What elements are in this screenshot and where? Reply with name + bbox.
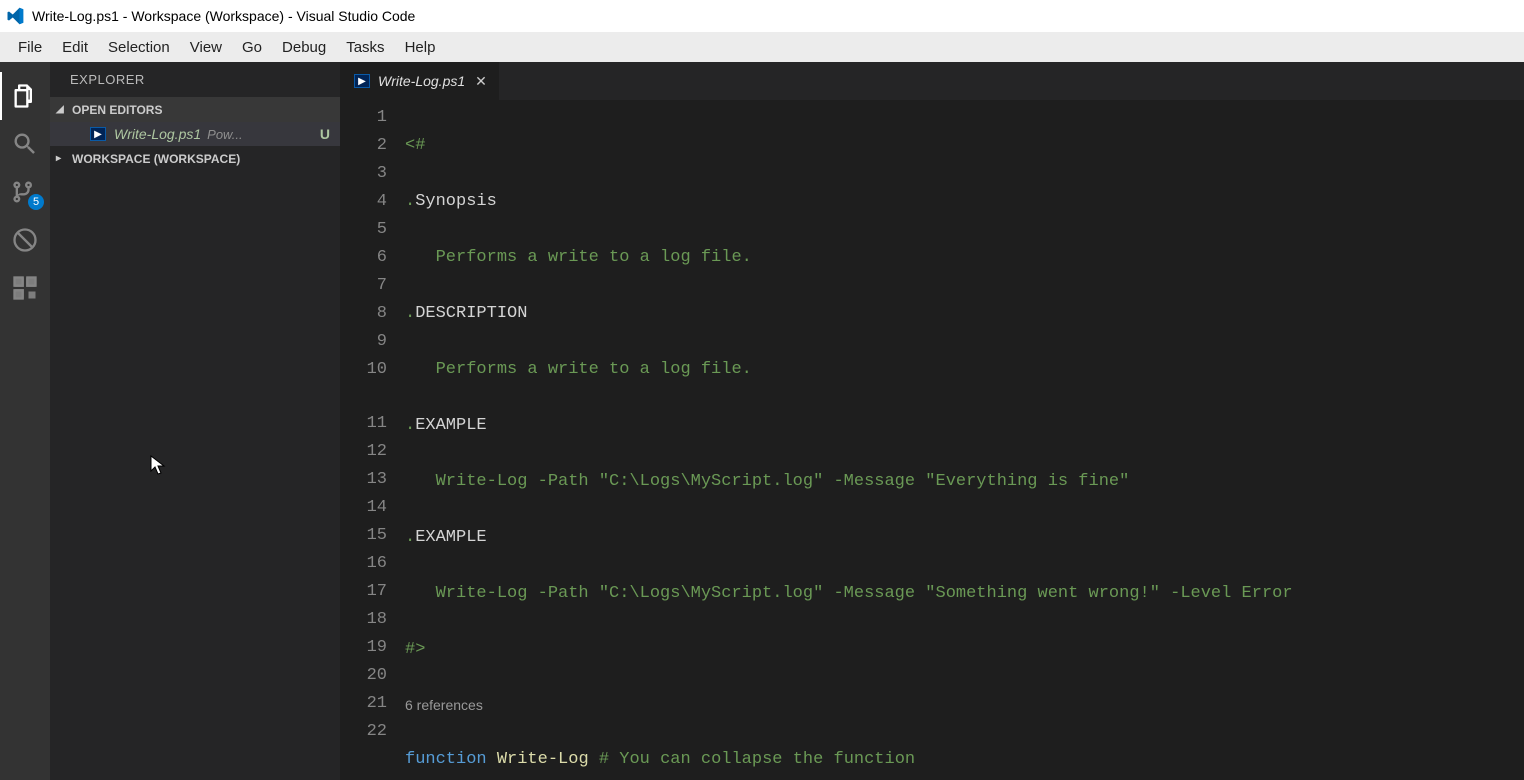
workspace-label: WORKSPACE (WORKSPACE) (72, 152, 240, 166)
tab-write-log[interactable]: ▶ Write-Log.ps1 ✕ (340, 62, 499, 100)
sidebar-title: EXPLORER (50, 62, 340, 97)
chevron-down-icon: ◢ (56, 104, 68, 115)
code-content[interactable]: <# .Synopsis Performs a write to a log f… (405, 100, 1524, 780)
search-icon (11, 130, 39, 158)
close-icon[interactable]: ✕ (475, 73, 487, 90)
vscode-logo-icon (6, 7, 24, 25)
powershell-file-icon: ▶ (354, 74, 370, 88)
activity-scm[interactable]: 5 (0, 168, 50, 216)
scm-badge: 5 (28, 194, 44, 210)
menu-debug[interactable]: Debug (272, 35, 336, 60)
activity-debug[interactable] (0, 216, 50, 264)
tab-label: Write-Log.ps1 (378, 73, 465, 89)
activity-extensions[interactable] (0, 264, 50, 312)
open-editor-status: U (320, 126, 330, 142)
menu-go[interactable]: Go (232, 35, 272, 60)
debug-icon (11, 226, 39, 254)
window-title: Write-Log.ps1 - Workspace (Workspace) - … (32, 8, 415, 24)
extensions-icon (11, 274, 39, 302)
open-editors-label: OPEN EDITORS (72, 103, 162, 117)
menubar: File Edit Selection View Go Debug Tasks … (0, 32, 1524, 62)
editor-body[interactable]: 1 2 3 4 5 6 7 8 9 10 11 12 13 14 15 16 1… (340, 100, 1524, 780)
activity-search[interactable] (0, 120, 50, 168)
workbench: 5 EXPLORER ◢ OPEN EDITORS ▶ Write-Log.ps… (0, 62, 1524, 780)
open-editors-header[interactable]: ◢ OPEN EDITORS (50, 97, 340, 122)
window-titlebar: Write-Log.ps1 - Workspace (Workspace) - … (0, 0, 1524, 32)
chevron-right-icon: ▸ (56, 153, 68, 164)
menu-edit[interactable]: Edit (52, 35, 98, 60)
files-icon (11, 82, 39, 110)
activity-bar: 5 (0, 62, 50, 780)
explorer-sidebar: EXPLORER ◢ OPEN EDITORS ▶ Write-Log.ps1 … (50, 62, 340, 780)
menu-selection[interactable]: Selection (98, 35, 180, 60)
workspace-header[interactable]: ▸ WORKSPACE (WORKSPACE) (50, 146, 340, 171)
codelens-references[interactable]: 6 references (405, 692, 1524, 718)
editor-tabs: ▶ Write-Log.ps1 ✕ (340, 62, 1524, 100)
editor-area: ▶ Write-Log.ps1 ✕ 1 2 3 4 5 6 7 8 9 10 1… (340, 62, 1524, 780)
line-gutter: 1 2 3 4 5 6 7 8 9 10 11 12 13 14 15 16 1… (340, 100, 405, 780)
open-editor-filename: Write-Log.ps1 (114, 126, 201, 142)
open-editor-hint: Pow... (207, 127, 320, 142)
menu-help[interactable]: Help (395, 35, 446, 60)
activity-explorer[interactable] (0, 72, 50, 120)
menu-file[interactable]: File (8, 35, 52, 60)
menu-tasks[interactable]: Tasks (336, 35, 394, 60)
open-editor-item[interactable]: ▶ Write-Log.ps1 Pow... U (50, 122, 340, 146)
powershell-file-icon: ▶ (90, 127, 106, 141)
menu-view[interactable]: View (180, 35, 232, 60)
